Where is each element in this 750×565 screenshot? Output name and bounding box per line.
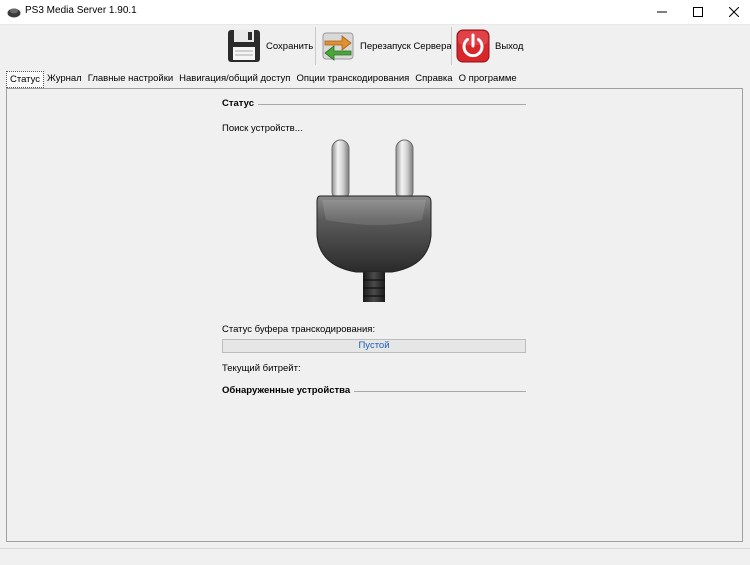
close-icon xyxy=(729,7,739,17)
toolbar: Сохранить Перезапуск Сервера Выход xyxy=(0,24,750,69)
tab-log[interactable]: Журнал xyxy=(44,71,85,88)
close-button[interactable] xyxy=(716,0,750,24)
status-section-title: Статус xyxy=(222,98,259,109)
current-bitrate-label: Текущий битрейт: xyxy=(222,363,301,374)
minimize-button[interactable] xyxy=(644,0,680,24)
save-button[interactable]: Сохранить xyxy=(226,25,313,67)
maximize-button[interactable] xyxy=(680,0,716,24)
restart-label: Перезапуск Сервера xyxy=(360,40,452,52)
buffer-status-label: Статус буфера транскодирования: xyxy=(222,324,376,335)
toolbar-separator xyxy=(451,27,452,65)
toolbar-separator xyxy=(315,27,316,65)
window-title: PS3 Media Server 1.90.1 xyxy=(25,5,137,16)
buffer-progress-bar: Пустой xyxy=(222,339,526,353)
buffer-progress-text: Пустой xyxy=(358,340,390,351)
power-plug-icon xyxy=(316,139,432,302)
searching-devices-text: Поиск устройств... xyxy=(222,123,303,134)
exit-label: Выход xyxy=(495,40,524,52)
tab-navigation-sharing[interactable]: Навигация/общий доступ xyxy=(176,71,293,88)
detected-devices-title: Обнаруженные устройства xyxy=(222,385,355,396)
exit-button[interactable]: Выход xyxy=(455,25,523,67)
tab-bar: Статус Журнал Главные настройки Навигаци… xyxy=(6,71,520,88)
power-icon xyxy=(456,29,490,63)
tab-general-settings[interactable]: Главные настройки xyxy=(85,71,176,88)
floppy-disk-icon xyxy=(228,30,260,62)
tab-about[interactable]: О программе xyxy=(456,71,520,88)
status-bar xyxy=(0,548,750,565)
tab-status[interactable]: Статус xyxy=(6,71,45,88)
restart-server-button[interactable]: Перезапуск Сервера xyxy=(320,25,452,67)
save-label: Сохранить xyxy=(266,40,314,52)
tab-transcoding-options[interactable]: Опции транскодирования xyxy=(293,71,412,88)
tab-help[interactable]: Справка xyxy=(412,71,455,88)
maximize-icon xyxy=(693,7,703,17)
restart-arrows-icon xyxy=(322,32,354,61)
app-icon xyxy=(7,8,21,18)
title-bar: PS3 Media Server 1.90.1 xyxy=(0,0,750,24)
devices-section-line xyxy=(344,391,526,392)
status-section-line xyxy=(248,104,526,105)
minimize-icon xyxy=(657,11,667,13)
